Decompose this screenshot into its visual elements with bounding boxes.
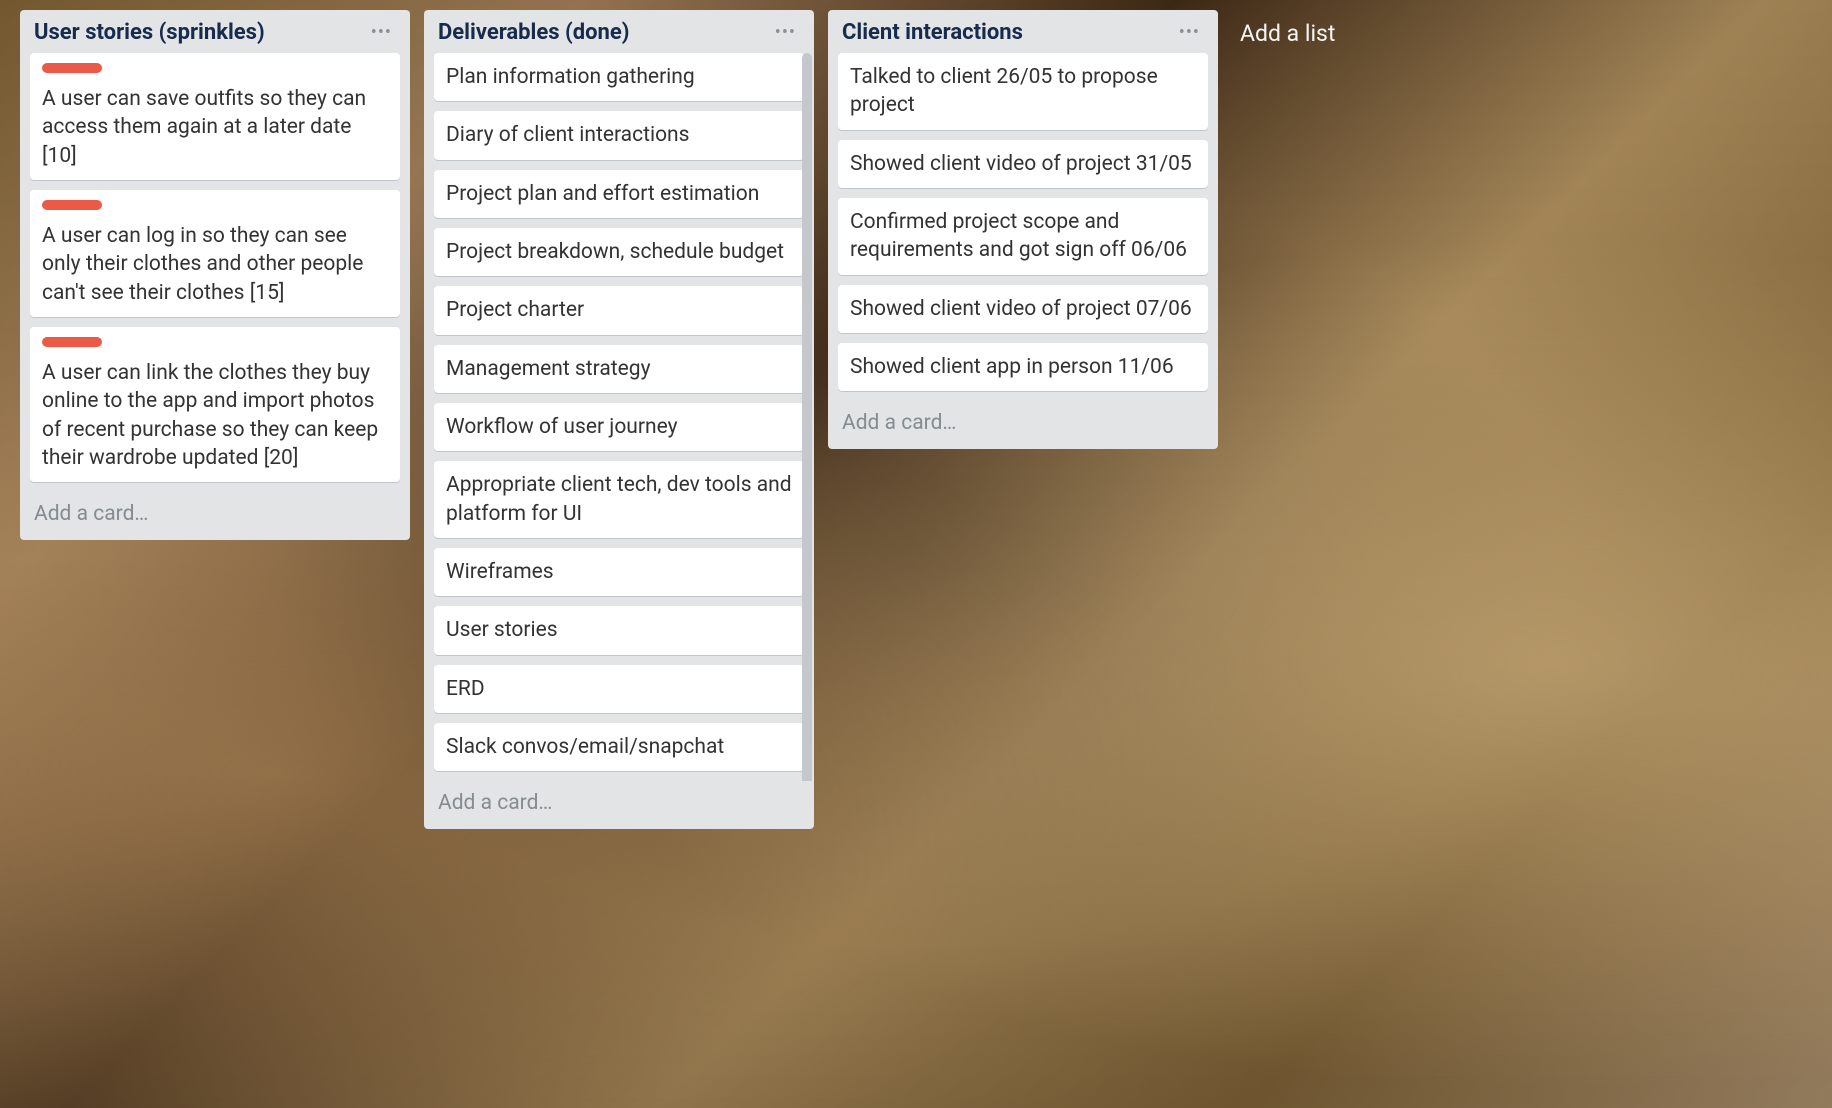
card[interactable]: Management strategy [434,345,804,393]
list-deliverables: Deliverables (done) ••• Plan information… [424,10,814,829]
card-title: Showed client video of project 31/05 [850,150,1196,178]
add-list-button[interactable]: Add a list [1232,10,1343,57]
card[interactable]: Wireframes [434,548,804,596]
list-menu-icon[interactable]: ••• [771,22,800,43]
add-card-button[interactable]: Add a card… [828,401,1218,449]
card[interactable]: Showed client video of project 31/05 [838,140,1208,188]
card-title: Project breakdown, schedule budget [446,238,792,266]
card-label-red[interactable] [42,200,102,210]
card[interactable]: Slack convos/email/snapchat [434,723,804,771]
card-label-red[interactable] [42,63,102,73]
card[interactable]: Diary of client interactions [434,111,804,159]
card[interactable]: Project charter [434,286,804,334]
card[interactable]: Workflow of user journey [434,403,804,451]
card[interactable]: User stories [434,606,804,654]
list-client-interactions: Client interactions ••• Talked to client… [828,10,1218,449]
card[interactable]: Plan information gathering [434,53,804,101]
card-title: Workflow of user journey [446,413,792,441]
cards-container: Plan information gathering Diary of clie… [424,53,814,781]
card-title: Appropriate client tech, dev tools and p… [446,471,792,528]
list-header: Deliverables (done) ••• [424,10,814,53]
card[interactable]: Showed client video of project 07/06 [838,285,1208,333]
card[interactable]: A user can log in so they can see only t… [30,190,400,317]
card-title: User stories [446,616,792,644]
card[interactable]: Project plan and effort estimation [434,170,804,218]
card-title: ERD [446,675,792,703]
add-card-button[interactable]: Add a card… [424,781,814,829]
card-title: A user can save outfits so they can acce… [42,85,388,170]
list-menu-icon[interactable]: ••• [1175,22,1204,43]
list-user-stories: User stories (sprinkles) ••• A user can … [20,10,410,540]
card[interactable]: Confirmed project scope and requirements… [838,198,1208,275]
card-title: Slack convos/email/snapchat [446,733,792,761]
card[interactable]: A user can link the clothes they buy onl… [30,327,400,482]
list-title[interactable]: User stories (sprinkles) [34,20,265,45]
board: User stories (sprinkles) ••• A user can … [20,10,1812,829]
cards-container: Talked to client 26/05 to propose projec… [828,53,1218,401]
card-title: Showed client app in person 11/06 [850,353,1196,381]
cards-container: A user can save outfits so they can acce… [20,53,410,492]
card[interactable]: ERD [434,665,804,713]
list-header: Client interactions ••• [828,10,1218,53]
card-title: Diary of client interactions [446,121,792,149]
card-title: Project charter [446,296,792,324]
card-title: Project plan and effort estimation [446,180,792,208]
card-title: Showed client video of project 07/06 [850,295,1196,323]
card-title: Plan information gathering [446,63,792,91]
list-menu-icon[interactable]: ••• [367,22,396,43]
card-title: Management strategy [446,355,792,383]
add-card-button[interactable]: Add a card… [20,492,410,540]
card-title: A user can log in so they can see only t… [42,222,388,307]
card[interactable]: Project breakdown, schedule budget [434,228,804,276]
card-label-red[interactable] [42,337,102,347]
list-title[interactable]: Deliverables (done) [438,20,629,45]
list-title[interactable]: Client interactions [842,20,1023,45]
card[interactable]: Showed client app in person 11/06 [838,343,1208,391]
card[interactable]: A user can save outfits so they can acce… [30,53,400,180]
card-title: Wireframes [446,558,792,586]
card-title: Talked to client 26/05 to propose projec… [850,63,1196,120]
card[interactable]: Talked to client 26/05 to propose projec… [838,53,1208,130]
list-header: User stories (sprinkles) ••• [20,10,410,53]
card-title: Confirmed project scope and requirements… [850,208,1196,265]
card-title: A user can link the clothes they buy onl… [42,359,388,472]
card[interactable]: Appropriate client tech, dev tools and p… [434,461,804,538]
